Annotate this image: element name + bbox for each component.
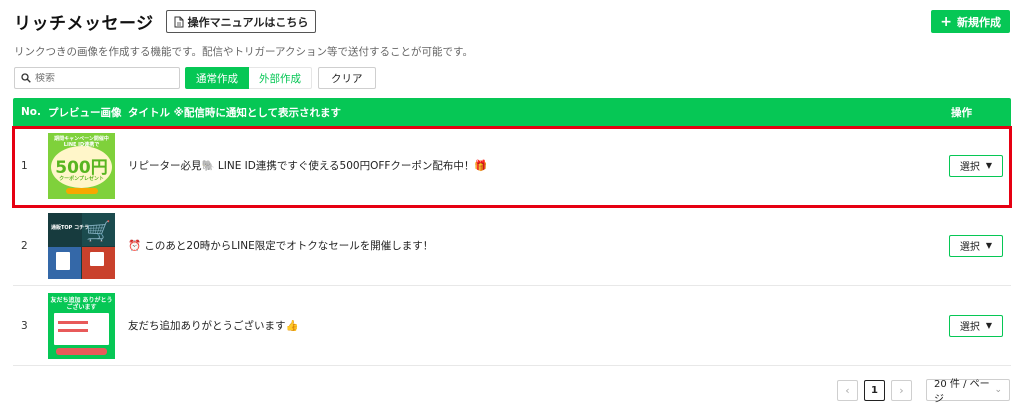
preview-cell: 通販TOP コチラ 🛒 — [48, 212, 128, 279]
column-no: No. — [21, 106, 41, 118]
select-label: 選択 — [959, 162, 980, 173]
clear-button[interactable]: クリア — [318, 67, 376, 89]
tab-external-create[interactable]: 外部作成 — [249, 67, 312, 89]
preview-image[interactable]: 友だち追加 ありがとうございます — [48, 292, 115, 359]
new-create-button[interactable]: + 新規作成 — [931, 10, 1010, 33]
operation-cell: 選択 ▼ — [941, 314, 1011, 337]
select-label: 選択 — [959, 242, 980, 253]
per-page-select[interactable]: 20 件 / ページ ⌄ — [926, 379, 1010, 405]
search-input[interactable] — [35, 72, 165, 84]
gift-icon — [90, 251, 104, 266]
document-icon — [174, 16, 184, 27]
table-row[interactable]: 1 期間キャンペーン開催中 LINE ID連携で 500円 クーポンプレゼント … — [13, 126, 1011, 206]
tab-normal-create[interactable]: 通常作成 — [185, 67, 249, 89]
thumb-card-line — [58, 328, 88, 332]
table-header: No. プレビュー画像 タイトル ※配信時に通知として表示されます 操作 — [13, 98, 1011, 126]
row-number: 1 — [21, 159, 28, 172]
create-type-toggle: 通常作成 外部作成 — [185, 67, 312, 89]
prev-page-button[interactable]: ‹ — [837, 379, 858, 401]
thumb-card-line — [58, 320, 88, 324]
per-page-value: 20 件 / ページ — [934, 379, 990, 405]
shopping-cart-icon: 🛒 — [86, 218, 111, 243]
thumb-cta-bar — [66, 187, 98, 194]
thumb-caption: 友だち追加 ありがとうございます — [50, 296, 113, 311]
document-icon — [56, 251, 70, 270]
page-description: リンクつきの画像を作成する機能です。配信やトリガーアクション等で送付することが可… — [14, 46, 473, 58]
row-title: リピーター必見🐘 LINE ID連携ですぐ使える500円OFFクーポン配布中！🎁 — [128, 160, 488, 172]
thumb-cta-bar — [56, 347, 107, 355]
row-title: 友だち追加ありがとうございます👍 — [128, 320, 299, 332]
preview-image[interactable]: 期間キャンペーン開催中 LINE ID連携で 500円 クーポンプレゼント — [48, 132, 115, 199]
caret-down-icon: ▼ — [985, 321, 993, 330]
select-dropdown-button[interactable]: 選択 ▼ — [949, 314, 1003, 337]
table-row[interactable]: 2 通販TOP コチラ 🛒 ⏰ このあと20時からLINE限定でオトクなセールを… — [13, 206, 1011, 286]
row-number: 2 — [21, 239, 28, 252]
thumb-coupon-text: クーポンプレゼント — [59, 175, 104, 182]
page-title: リッチメッセージ — [14, 14, 154, 34]
preview-cell: 友だち追加 ありがとうございます — [48, 292, 128, 359]
select-dropdown-button[interactable]: 選択 ▼ — [949, 154, 1003, 177]
row-title: ⏰ このあと20時からLINE限定でオトクなセールを開催します！ — [128, 240, 434, 252]
column-operation: 操作 — [951, 106, 972, 119]
plus-icon: + — [940, 13, 952, 30]
operation-cell: 選択 ▼ — [941, 234, 1011, 257]
column-title: タイトル ※配信時に通知として表示されます — [128, 106, 342, 119]
manual-button-label: 操作マニュアルはこちら — [187, 15, 309, 29]
new-create-label: 新規作成 — [957, 15, 1001, 29]
select-dropdown-button[interactable]: 選択 ▼ — [949, 234, 1003, 257]
pagination: ‹ 1 › 20 件 / ページ ⌄ — [831, 379, 1010, 405]
filter-row: 通常作成 外部作成 クリア — [14, 67, 376, 89]
title-row: リッチメッセージ 操作マニュアルはこちら — [14, 9, 317, 34]
preview-image[interactable]: 通販TOP コチラ 🛒 — [48, 212, 115, 279]
select-label: 選択 — [959, 322, 980, 333]
table-row[interactable]: 3 友だち追加 ありがとうございます 友だち追加ありがとうございます👍 選択 ▼ — [13, 286, 1011, 366]
preview-cell: 期間キャンペーン開催中 LINE ID連携で 500円 クーポンプレゼント — [48, 132, 128, 199]
chevron-down-icon: ⌄ — [994, 385, 1002, 395]
page-number-button[interactable]: 1 — [864, 379, 885, 401]
search-icon — [21, 73, 31, 83]
next-page-button[interactable]: › — [891, 379, 912, 401]
caret-down-icon: ▼ — [985, 161, 993, 170]
operation-cell: 選択 ▼ — [941, 154, 1011, 177]
row-number: 3 — [21, 319, 28, 332]
thumb-caption: 通販TOP コチラ — [51, 224, 90, 231]
manual-button[interactable]: 操作マニュアルはこちら — [165, 10, 317, 33]
rich-message-table: No. プレビュー画像 タイトル ※配信時に通知として表示されます 操作 1 期… — [13, 98, 1011, 366]
search-box[interactable] — [14, 67, 180, 89]
caret-down-icon: ▼ — [985, 241, 993, 250]
column-preview: プレビュー画像 — [48, 106, 122, 119]
